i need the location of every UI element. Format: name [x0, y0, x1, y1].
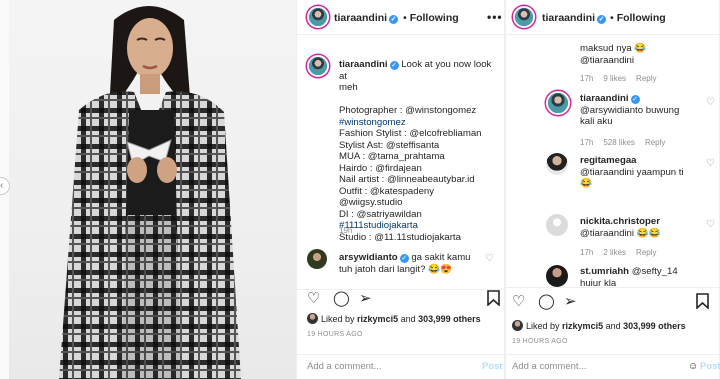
caption: tiaraandini ✓ Look at you now look at meh… — [339, 59, 499, 243]
comment-input[interactable] — [512, 361, 662, 372]
verified-icon: ✓ — [389, 61, 399, 70]
reply-button[interactable]: Reply — [636, 74, 656, 83]
caption-avatar[interactable] — [307, 55, 329, 77]
comment-like-icon[interactable]: ♡ — [706, 219, 715, 230]
comment: regitamegaa @tiaraandini yaampun ti 😂 — [580, 155, 684, 189]
action-bar: ♡ ◯ ➢ — [506, 287, 719, 312]
caption-line: Outfit : @katespadeny @wiigsy.studio — [339, 185, 435, 209]
caption-line: Fashion Stylist : @elcofrebliaman — [339, 128, 482, 139]
comment-like-icon[interactable]: ♡ — [706, 97, 715, 108]
caption-hashtag[interactable]: #winstongomez — [339, 117, 406, 128]
comment-input[interactable] — [307, 361, 457, 372]
likes-summary[interactable]: Liked by rizkymci5 and 303,999 others — [307, 313, 481, 324]
photo-illustration — [59, 6, 241, 379]
post-button[interactable]: Post — [482, 361, 503, 372]
comment-avatar[interactable] — [546, 153, 568, 175]
heart-icon[interactable]: ♡ — [512, 294, 525, 309]
comment: st.umriahh @sefty_14 hujur kla — [580, 266, 678, 286]
comment-avatar[interactable] — [546, 265, 568, 287]
post-header: tiaraandini ✓ • Following ••• — [297, 0, 504, 35]
comment-username[interactable]: regitamegaa — [580, 155, 637, 166]
share-icon[interactable]: ➢ — [564, 294, 577, 309]
likes-summary[interactable]: Liked by rizkymci5 and 303,999 others — [512, 320, 686, 331]
caption-time: 19h — [339, 226, 353, 235]
comment-avatar[interactable] — [307, 249, 327, 269]
header-username[interactable]: tiaraandini ✓ — [542, 12, 607, 24]
comment-meta: 17h 9 likes Reply — [580, 74, 657, 83]
comment-avatar[interactable] — [546, 91, 570, 115]
comment-like-icon[interactable]: ♡ — [706, 158, 715, 169]
comment-icon[interactable]: ◯ — [333, 291, 350, 306]
comment-username[interactable]: arsywidianto — [339, 252, 398, 263]
avatar[interactable] — [513, 6, 535, 28]
post-photo[interactable] — [9, 0, 296, 379]
comment-icon[interactable]: ◯ — [538, 294, 555, 309]
caption-line: MUA : @tama_prahtama — [339, 151, 445, 162]
post-header: tiaraandini ✓ • Following — [506, 0, 719, 35]
verified-icon: ✓ — [399, 254, 409, 263]
following-button[interactable]: • Following — [610, 12, 666, 24]
post-age: 19 HOURS AGO — [307, 331, 363, 338]
comment: tiaraandini ✓ @arsywidianto buwung kali ak… — [580, 93, 680, 127]
caption-line: Studio : @11.11studiojakarta — [339, 231, 461, 243]
caption-line: Hairdo : @firdajean — [339, 162, 422, 174]
comment-meta: 17h 2 likes Reply — [580, 248, 657, 257]
liker-avatar — [512, 320, 523, 331]
post-details-panel: tiaraandini ✓ • Following ••• tiaraandini ✓… — [296, 0, 505, 379]
verified-icon: ✓ — [597, 15, 607, 24]
instagram-post-screenshot: ‹ tiaraandini ✓ • Following ••• tiaraandin… — [0, 0, 720, 379]
heart-icon[interactable]: ♡ — [307, 291, 320, 306]
add-comment-bar: ☺ Post — [506, 354, 720, 379]
verified-icon: ✓ — [389, 15, 399, 24]
comment: maksud nya 😂 @tiaraandini — [580, 43, 647, 66]
emoji-icon[interactable]: ☺ — [688, 361, 698, 372]
avatar[interactable] — [307, 6, 329, 28]
comment-meta: 17h 528 likes Reply — [580, 138, 666, 147]
comments-panel: tiaraandini ✓ • Following maksud nya 😂 @tia… — [505, 0, 720, 379]
caption-line: meh — [339, 82, 358, 93]
post-age: 19 HOURS AGO — [512, 338, 568, 345]
comment-text: tuh jatoh dari langit? 😂😍 — [339, 263, 452, 275]
comment-username[interactable]: tiaraandini — [580, 93, 629, 104]
following-button[interactable]: • Following — [403, 12, 459, 24]
caption-line: Photographer : @winstongomez — [339, 105, 477, 116]
caption-username[interactable]: tiaraandini — [339, 59, 388, 70]
bookmark-icon[interactable] — [696, 293, 709, 312]
liker-avatar — [307, 313, 318, 324]
comment: arsywidianto ✓ ga sakit kamu tuh jatoh da… — [339, 252, 479, 275]
reply-button[interactable]: Reply — [636, 248, 656, 257]
comment-avatar[interactable] — [546, 214, 568, 236]
more-icon[interactable]: ••• — [487, 10, 503, 24]
caption-line: DI : @satriyawildan — [339, 208, 422, 220]
header-username[interactable]: tiaraandini ✓ — [334, 12, 399, 24]
bookmark-icon[interactable] — [487, 290, 500, 309]
action-bar: ♡ ◯ ➢ — [297, 289, 504, 311]
caption-line: Nail artist : @linneabeautybar.id — [339, 174, 475, 185]
comment-username[interactable]: st.umriahh — [580, 266, 629, 277]
comment-text: ga sakit kamu — [411, 252, 471, 263]
comment: nickita.christoper @tiaraandini 😂😂 — [580, 216, 661, 239]
add-comment-bar: Post — [297, 354, 504, 379]
share-icon[interactable]: ➢ — [359, 291, 372, 306]
post-button[interactable]: Post — [700, 361, 720, 372]
verified-icon: ✓ — [630, 95, 640, 104]
reply-button[interactable]: Reply — [645, 138, 665, 147]
comment-username[interactable]: nickita.christoper — [580, 216, 660, 227]
comment-like-icon[interactable]: ♡ — [485, 253, 494, 264]
caption-line: Stylist Ast: @steffisanta — [339, 139, 440, 151]
